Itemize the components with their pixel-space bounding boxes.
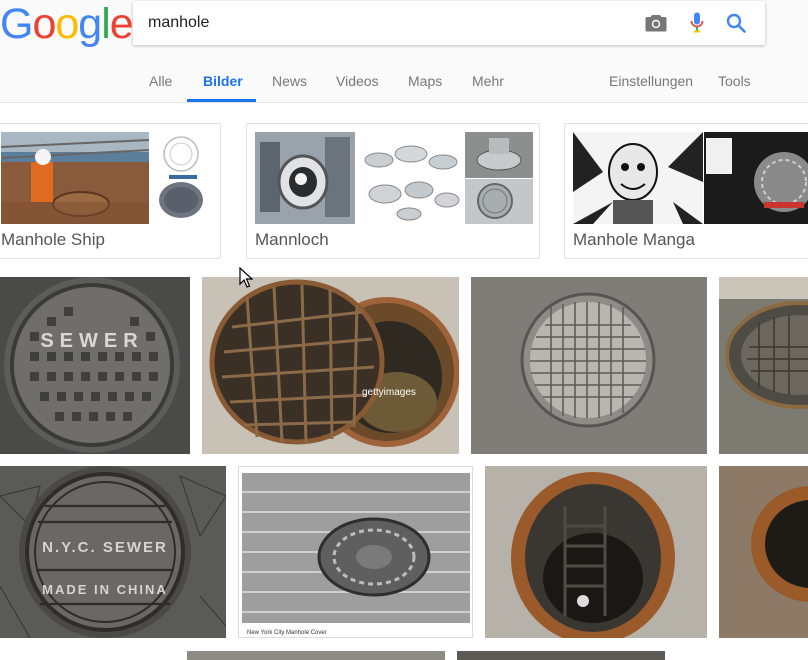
suggestion-label: Manhole Manga (573, 230, 695, 249)
suggestion-thumbnail (151, 132, 215, 224)
suggestion-card-manhole-manga[interactable]: Manhole Manga (564, 123, 808, 259)
logo-letter: G (0, 0, 33, 48)
suggestion-label: Manhole Ship (1, 230, 105, 249)
search-input[interactable] (148, 10, 628, 36)
tab-maps[interactable]: Maps (408, 73, 442, 89)
tab-more[interactable]: Mehr (472, 73, 504, 89)
suggestion-thumbnail (359, 132, 463, 224)
cover-text: N.Y.C. SEWER (42, 539, 168, 556)
logo-letter: o (55, 0, 79, 48)
logo-letter: o (32, 0, 56, 48)
image-caption: New York City Manhole Cover (247, 630, 327, 636)
result-image-sewer-cover[interactable]: SEWER (0, 277, 190, 454)
result-image-nyc-cobblestone[interactable]: New York City Manhole Cover (238, 466, 473, 638)
tab-bar: Alle Bilder News Videos Maps Mehr Einste… (0, 62, 808, 102)
tab-images[interactable]: Bilder (203, 73, 243, 89)
header: Google Alle Bilder News Videos Maps Mehr… (0, 0, 808, 103)
result-image-nyc-sewer[interactable]: N.Y.C. SEWER MADE IN CHINA (0, 466, 226, 638)
cover-text: SEWER (40, 330, 143, 352)
tab-settings[interactable]: Einstellungen (609, 73, 693, 89)
suggestion-card-manhole-ship[interactable]: Manhole Ship (0, 123, 221, 259)
result-image-cover-partial[interactable] (719, 277, 808, 454)
tab-all[interactable]: Alle (149, 73, 172, 89)
suggestion-thumbnail (255, 132, 355, 224)
result-image-manhole-shaft[interactable] (485, 466, 707, 638)
suggestion-card-mannloch[interactable]: Mannloch (246, 123, 540, 259)
logo-letter: g (78, 0, 102, 48)
suggestion-thumbnail (704, 132, 808, 224)
suggestion-thumbnail (465, 179, 533, 224)
suggestion-label: Mannloch (255, 230, 329, 249)
mouse-cursor-icon (239, 266, 254, 294)
logo-letter: l (101, 0, 111, 48)
suggestion-thumbnail (1, 132, 149, 224)
result-image-manhole-partial[interactable] (719, 466, 808, 638)
tab-videos[interactable]: Videos (336, 73, 379, 89)
cover-text: MADE IN CHINA (42, 582, 168, 597)
camera-icon[interactable] (644, 11, 668, 35)
result-image-open-manhole[interactable]: gettyimages (202, 277, 459, 454)
tab-tools[interactable]: Tools (718, 73, 751, 89)
google-logo[interactable]: Google (0, 0, 134, 48)
result-image-grid-cover[interactable] (471, 277, 707, 454)
logo-letter: e (109, 0, 134, 48)
result-image-row3[interactable] (187, 651, 445, 660)
search-icon[interactable] (724, 11, 748, 35)
microphone-icon[interactable] (685, 11, 709, 35)
search-box (133, 1, 765, 45)
tab-news[interactable]: News (272, 73, 307, 89)
result-image-row3[interactable] (457, 651, 665, 660)
suggestion-thumbnail (465, 132, 533, 178)
getty-watermark: gettyimages (362, 387, 416, 398)
suggestion-thumbnail (573, 132, 703, 224)
active-tab-indicator (187, 99, 256, 102)
